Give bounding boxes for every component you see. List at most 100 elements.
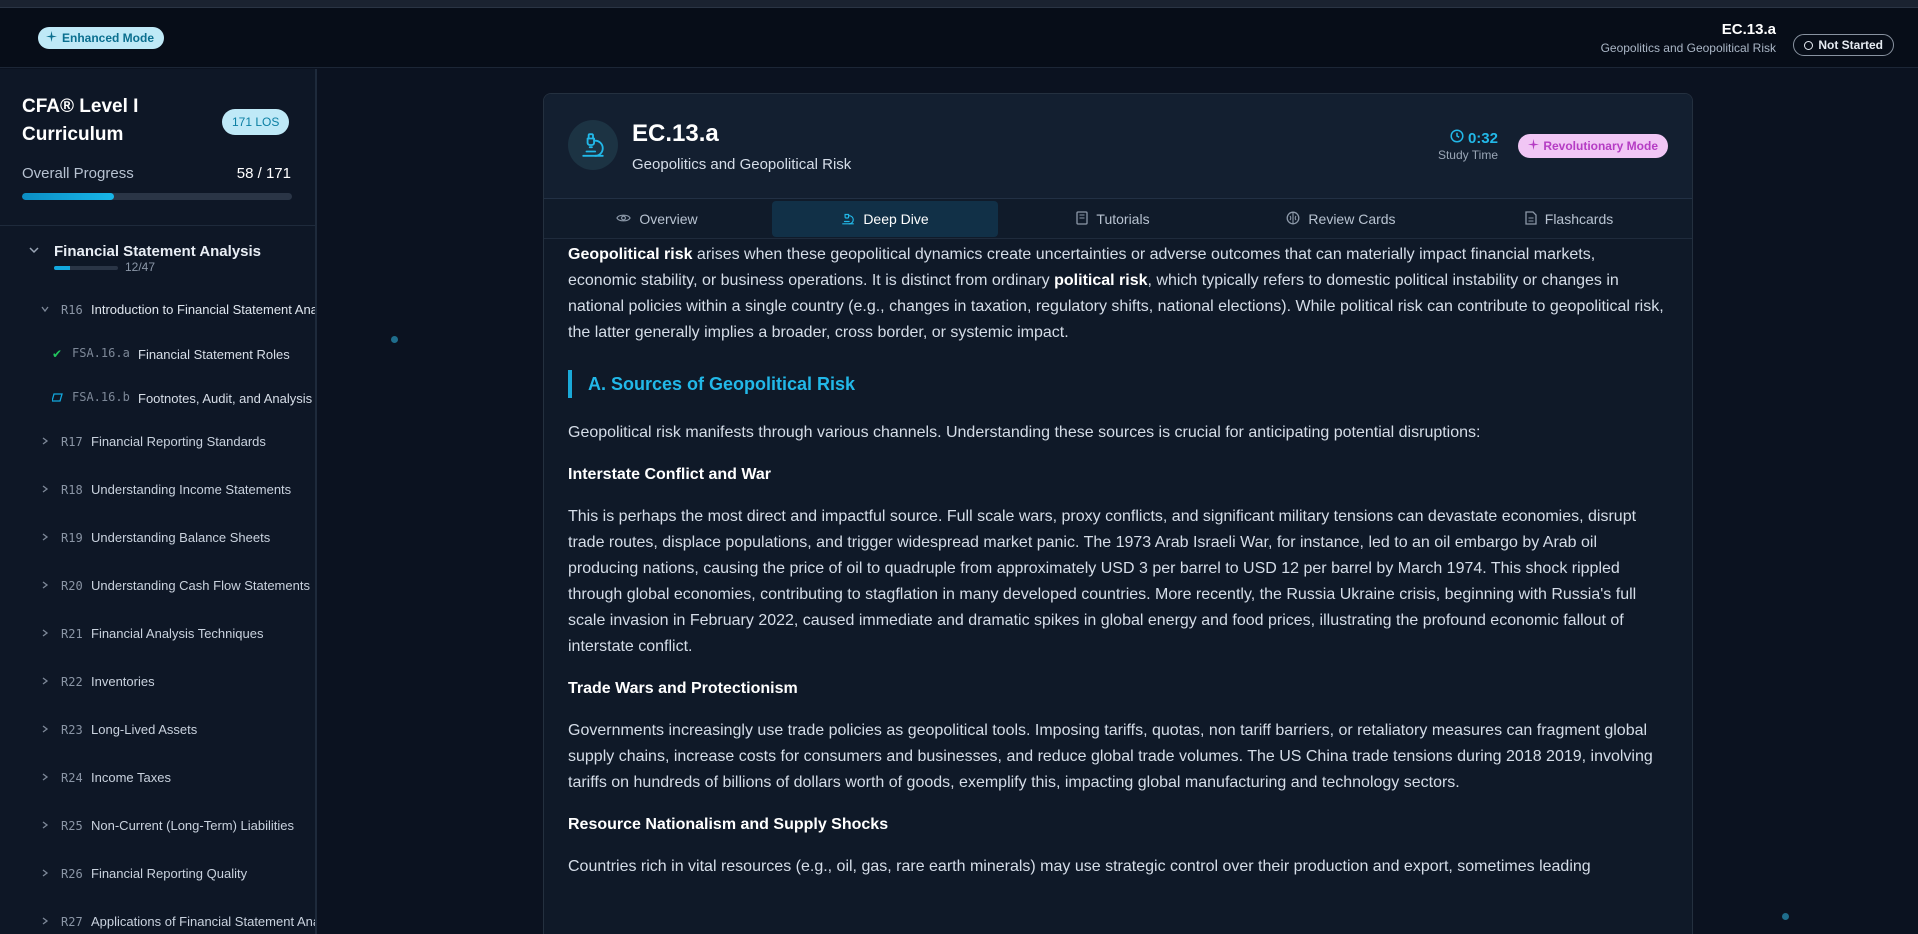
top-strip [0,0,1918,8]
chevron-right-icon [40,531,50,545]
current-los-code: EC.13.a [1721,21,1776,38]
reading-name: Financial Analysis Techniques [91,626,264,641]
decorative-dot [1782,913,1789,920]
los-code: FSA.16.a [72,346,130,360]
sidebar-header: CFA® Level I Curriculum 171 LOS Overall … [0,69,315,226]
in-progress-icon [51,391,64,405]
reading-name: Income Taxes [91,770,171,785]
reading-item-r23[interactable]: R23 Long-Lived Assets [0,708,315,756]
study-time-label: Study Time [1437,148,1498,162]
chevron-right-icon [40,483,50,497]
reading-code: R24 [61,771,83,785]
reading-item-r17[interactable]: R17 Financial Reporting Standards [0,420,315,468]
subheading-interstate-conflict: Interstate Conflict and War [568,466,771,483]
reading-name: Understanding Cash Flow Statements [91,578,310,593]
paragraph-resource-nationalism: Countries rich in vital resources (e.g.,… [568,858,1591,875]
tab-flashcards[interactable]: Flashcards [1456,201,1682,237]
eye-icon [616,212,632,227]
book-icon [1076,210,1089,228]
subheading-trade-wars: Trade Wars and Protectionism [568,680,798,697]
study-timer: 0:32 Study Time [1438,129,1498,162]
reading-item-r26[interactable]: R26 Financial Reporting Quality [0,852,315,900]
brain-icon [1286,211,1300,228]
tab-label: Deep Dive [863,211,929,227]
chevron-down-icon [28,244,40,256]
tab-label: Tutorials [1096,211,1150,227]
los-name: Financial Statement Roles [138,347,290,362]
los-code: FSA.16.b [72,390,130,404]
curriculum-sidebar: CFA® Level I Curriculum 171 LOS Overall … [0,69,317,934]
card-los-code: EC.13.a [632,120,719,147]
revolutionary-mode-label: Revolutionary Mode [1543,139,1658,153]
reading-name: Inventories [91,674,155,689]
progress-count: 58 / 171 [236,165,291,182]
reading-name: Understanding Income Statements [91,482,292,497]
enhanced-mode-label: Enhanced Mode [62,31,155,45]
tab-tutorials[interactable]: Tutorials [1000,201,1226,237]
document-icon [1525,210,1537,228]
chevron-right-icon [40,771,50,785]
reading-code: R26 [61,867,83,881]
revolutionary-mode-badge[interactable]: Revolutionary Mode [1518,134,1668,158]
reading-code: R22 [61,675,83,689]
reading-name: Understanding Balance Sheets [91,530,271,545]
tab-deep-dive[interactable]: Deep Dive [772,201,998,237]
reading-item-r20[interactable]: R20 Understanding Cash Flow Statements [0,564,315,612]
reading-code: R21 [61,627,83,641]
los-name: Footnotes, Audit, and Analysis [138,391,313,406]
los-item-fsa-16-a[interactable]: ✔ FSA.16.a Financial Statement Roles [0,332,315,376]
chevron-right-icon [40,723,50,737]
status-badge[interactable]: Not Started [1793,34,1894,56]
current-los-info: EC.13.a Geopolitics and Geopolitical Ris… [1601,21,1776,55]
los-item-fsa-16-b[interactable]: FSA.16.b Footnotes, Audit, and Analysis [0,376,315,420]
circle-icon [1804,40,1814,50]
section-count: 12/47 [125,260,156,274]
deep-dive-content: Geopolitical risk arises when these geop… [568,242,1668,880]
progress-fill [22,193,114,200]
tab-label: Review Cards [1308,211,1396,227]
progress-bar [22,193,292,200]
reading-code: R19 [61,531,83,545]
sparkle-icon [1528,139,1540,153]
top-header: Enhanced Mode EC.13.a Geopolitics and Ge… [0,8,1918,68]
section-progress-fill [54,266,70,270]
reading-item-r21[interactable]: R21 Financial Analysis Techniques [0,612,315,660]
reading-code: R16 [61,303,83,317]
subheading-resource-nationalism: Resource Nationalism and Supply Shocks [568,816,889,833]
reading-item-r25[interactable]: R25 Non-Current (Long-Term) Liabilities [0,804,315,852]
paragraph-trade-wars: Governments increasingly use trade polic… [568,722,1653,791]
reading-item-r18[interactable]: R18 Understanding Income Statements [0,468,315,516]
progress-label: Overall Progress [22,165,134,182]
reading-item-r24[interactable]: R24 Income Taxes [0,756,315,804]
reading-item-r27[interactable]: R27 Applications of Financial Statement A… [0,900,315,934]
reading-item-r19[interactable]: R19 Understanding Balance Sheets [0,516,315,564]
section-financial-statement-analysis[interactable]: Financial Statement Analysis 12/47 [0,226,315,288]
card-los-title: Geopolitics and Geopolitical Risk [632,156,852,173]
check-icon: ✔ [52,347,63,361]
tab-bar: Overview Deep Dive Tutorials Review Card… [544,199,1692,239]
tab-review-cards[interactable]: Review Cards [1228,201,1454,237]
reading-name: Introduction to Financial Statement Anal… [91,302,315,317]
reading-name: Financial Reporting Quality [91,866,248,881]
decorative-dot [391,336,398,343]
tab-label: Overview [639,211,698,227]
los-detail-card: EC.13.a Geopolitics and Geopolitical Ris… [543,93,1693,934]
chevron-right-icon [40,579,50,593]
reading-code: R20 [61,579,83,593]
reading-code: R25 [61,819,83,833]
reading-name: Applications of Financial Statement Anal… [91,914,315,929]
chevron-right-icon [40,867,50,881]
tab-overview[interactable]: Overview [544,201,770,237]
enhanced-mode-badge[interactable]: Enhanced Mode [38,27,165,49]
reading-item-r22[interactable]: R22 Inventories [0,660,315,708]
los-total-badge: 171 LOS [222,109,290,135]
reading-code: R17 [61,435,83,449]
intro-paragraph: Geopolitical risk arises when these geop… [568,242,1668,346]
section-title: Financial Statement Analysis [54,243,262,260]
paragraph-interstate-conflict: This is perhaps the most direct and impa… [568,508,1637,655]
reading-item-r16[interactable]: R16 Introduction to Financial Statement … [0,288,315,332]
section-progress-bar [54,266,118,270]
section-intro: Geopolitical risk manifests through vari… [568,424,1481,441]
chevron-right-icon [40,915,50,929]
reading-name: Non-Current (Long-Term) Liabilities [91,818,295,833]
